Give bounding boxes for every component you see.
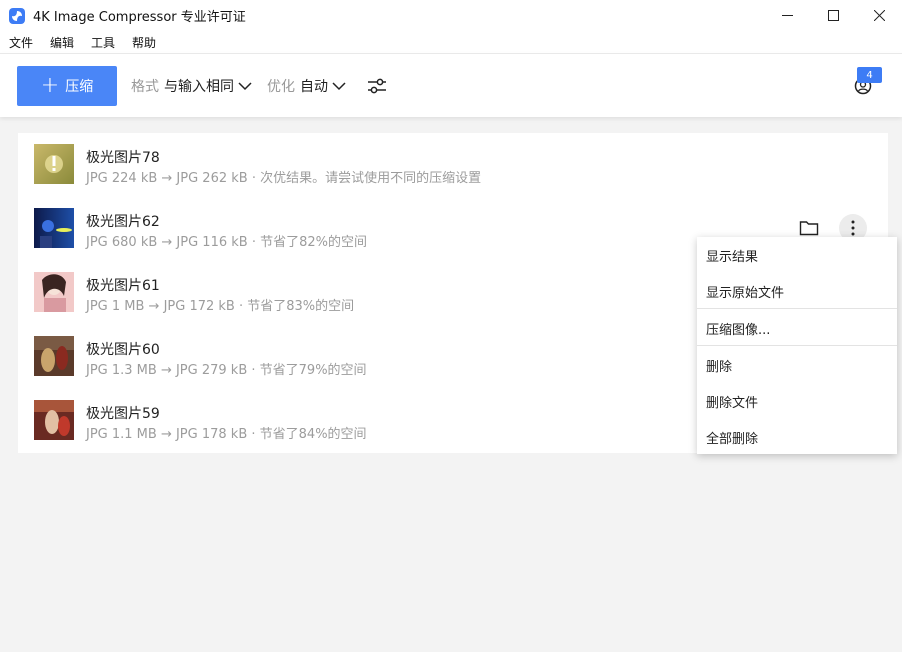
file-info: JPG 1.1 MB → JPG 178 kB · 节省了84%的空间 (86, 427, 367, 442)
menu-help[interactable]: 帮助 (123, 34, 164, 51)
thumbnail (34, 336, 74, 376)
menu-show-original[interactable]: 显示原始文件 (697, 273, 897, 309)
title-bar: 4K Image Compressor 专业许可证 (0, 0, 902, 31)
format-label: 格式 (131, 79, 159, 95)
minimize-icon[interactable] (764, 0, 810, 31)
menu-delete-file[interactable]: 删除文件 (697, 383, 897, 419)
menu-file[interactable]: 文件 (0, 34, 41, 51)
optimize-value: 自动 (300, 79, 328, 95)
thumbnail (34, 208, 74, 248)
menu-divider (697, 308, 897, 309)
format-value: 与输入相同 (164, 79, 234, 95)
menu-bar: 文件 编辑 工具 帮助 (0, 31, 902, 53)
app-logo-icon (9, 7, 25, 24)
notification-badge: 4 (857, 67, 882, 83)
menu-delete[interactable]: 删除 (697, 347, 897, 383)
menu-divider (697, 345, 897, 346)
maximize-icon[interactable] (810, 0, 856, 31)
compress-button-label: 压缩 (65, 79, 94, 95)
compress-button[interactable]: + 压缩 (17, 66, 117, 106)
list-item[interactable]: 极光图片78 JPG 224 kB → JPG 262 kB · 次优结果。请尝… (18, 133, 888, 197)
file-name: 极光图片60 (86, 342, 160, 358)
context-menu: 显示结果 显示原始文件 压缩图像... 删除 删除文件 全部删除 (697, 237, 897, 454)
chevron-down-icon (332, 81, 346, 91)
file-info: JPG 1 MB → JPG 172 kB · 节省了83%的空间 (86, 299, 355, 314)
window-title: 4K Image Compressor 专业许可证 (33, 10, 246, 25)
thumbnail (34, 400, 74, 440)
menu-compress-image[interactable]: 压缩图像... (697, 310, 897, 346)
toolbar: + 压缩 格式 与输入相同 优化 自动 (0, 53, 902, 117)
plus-icon: + (40, 73, 60, 98)
optimize-label: 优化 (267, 79, 295, 95)
file-name: 极光图片78 (86, 150, 160, 166)
thumbnail (34, 144, 74, 184)
chevron-down-icon (238, 81, 252, 91)
thumbnail (34, 272, 74, 312)
menu-delete-all[interactable]: 全部删除 (697, 419, 897, 455)
menu-show-result[interactable]: 显示结果 (697, 237, 897, 273)
menu-tools[interactable]: 工具 (82, 34, 123, 51)
file-name: 极光图片61 (86, 278, 160, 294)
file-info: JPG 224 kB → JPG 262 kB · 次优结果。请尝试使用不同的压… (86, 171, 482, 186)
format-dropdown[interactable]: 格式 与输入相同 (131, 54, 252, 118)
settings-sliders-icon[interactable] (366, 75, 388, 97)
file-info: JPG 680 kB → JPG 116 kB · 节省了82%的空间 (86, 235, 367, 250)
file-name: 极光图片59 (86, 406, 160, 422)
folder-icon[interactable] (799, 219, 819, 237)
menu-edit[interactable]: 编辑 (41, 34, 82, 51)
optimize-dropdown[interactable]: 优化 自动 (267, 54, 346, 118)
file-name: 极光图片62 (86, 214, 160, 230)
file-info: JPG 1.3 MB → JPG 279 kB · 节省了79%的空间 (86, 363, 367, 378)
close-icon[interactable] (856, 0, 902, 31)
